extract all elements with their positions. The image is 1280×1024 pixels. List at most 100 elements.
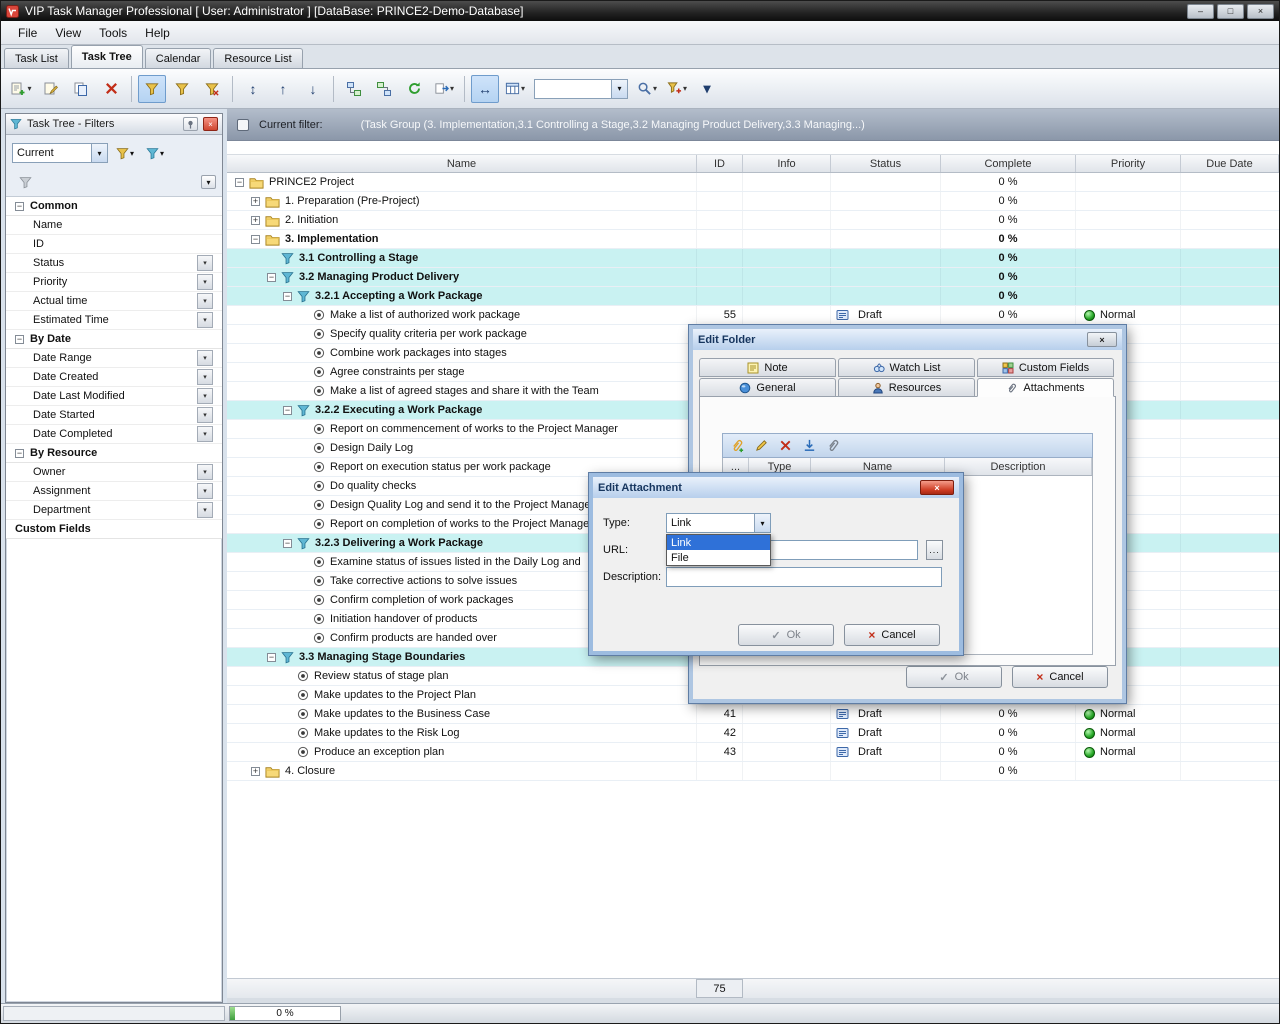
filter-field-dropdown-icon[interactable]: ▾ bbox=[197, 293, 213, 309]
column-header-status[interactable]: Status bbox=[831, 155, 941, 172]
description-input[interactable] bbox=[666, 567, 942, 587]
type-dropdown-icon[interactable]: ▾ bbox=[754, 514, 770, 532]
filter-group-by-date[interactable]: −By Date bbox=[6, 330, 222, 349]
tree-expander[interactable]: − bbox=[283, 406, 292, 415]
dialog-tab-custom-fields[interactable]: Custom Fields bbox=[977, 358, 1114, 377]
download-attachment-icon[interactable] bbox=[802, 438, 817, 453]
tab-calendar[interactable]: Calendar bbox=[145, 48, 212, 68]
menu-file[interactable]: File bbox=[9, 23, 46, 43]
column-header-id[interactable]: ID bbox=[697, 155, 743, 172]
pin-panel-button[interactable] bbox=[183, 117, 198, 131]
clear-filter-button[interactable] bbox=[198, 75, 226, 103]
tab-task-tree[interactable]: Task Tree bbox=[71, 45, 143, 68]
column-header-due-date[interactable]: Due Date bbox=[1181, 155, 1279, 172]
filter-group-by-resource[interactable]: −By Resource bbox=[6, 444, 222, 463]
reset-filter-button[interactable] bbox=[12, 171, 38, 193]
type-combobox[interactable]: Link ▾ bbox=[666, 513, 771, 533]
collapse-icon[interactable]: − bbox=[15, 335, 24, 344]
menu-view[interactable]: View bbox=[46, 23, 90, 43]
menu-help[interactable]: Help bbox=[136, 23, 179, 43]
attachment-column-description[interactable]: Description bbox=[945, 458, 1092, 475]
task-row[interactable]: −Make updates to the Risk Log42Draft0 %N… bbox=[227, 724, 1279, 743]
edit-attachment-icon[interactable] bbox=[754, 438, 769, 453]
customize-columns-button[interactable]: ▾ bbox=[501, 75, 529, 103]
filter-field-owner[interactable]: Owner▾ bbox=[6, 463, 222, 482]
tree-expander[interactable]: + bbox=[251, 197, 260, 206]
filter-field-date-range[interactable]: Date Range▾ bbox=[6, 349, 222, 368]
load-filter-button[interactable]: ▾ bbox=[142, 142, 168, 164]
filter-group-custom-fields[interactable]: Custom Fields bbox=[6, 520, 222, 539]
tree-expander[interactable]: − bbox=[283, 539, 292, 548]
filter-field-actual-time[interactable]: Actual time▾ bbox=[6, 292, 222, 311]
filter-preset-combobox[interactable]: Current ▾ bbox=[12, 143, 108, 163]
type-option-file[interactable]: File bbox=[667, 550, 770, 565]
toolbar-search-dropdown-icon[interactable]: ▾ bbox=[611, 80, 627, 98]
dialog-tab-note[interactable]: Note bbox=[699, 358, 836, 377]
task-row[interactable]: −Make updates to the Business Case41Draf… bbox=[227, 705, 1279, 724]
new-task-button[interactable]: ▾ bbox=[7, 75, 35, 103]
move-down-button[interactable]: ↓ bbox=[299, 75, 327, 103]
tree-expander[interactable]: − bbox=[267, 653, 276, 662]
export-button[interactable]: ▾ bbox=[430, 75, 458, 103]
filter-field-department[interactable]: Department▾ bbox=[6, 501, 222, 520]
tab-task-list[interactable]: Task List bbox=[4, 48, 69, 68]
filter-group-common[interactable]: −Common bbox=[6, 197, 222, 216]
filter-field-status[interactable]: Status▾ bbox=[6, 254, 222, 273]
collapse-icon[interactable]: − bbox=[15, 202, 24, 211]
filter-preset-dropdown-icon[interactable]: ▾ bbox=[91, 144, 107, 162]
edit-folder-ok-button[interactable]: ✓ Ok bbox=[906, 666, 1002, 688]
dialog-tab-general[interactable]: General bbox=[699, 378, 836, 397]
edit-attachment-ok-button[interactable]: ✓ Ok bbox=[738, 624, 834, 646]
filter-field-dropdown-icon[interactable]: ▾ bbox=[197, 274, 213, 290]
toggle-filter-panel-button[interactable] bbox=[138, 75, 166, 103]
collapse-icon[interactable]: − bbox=[15, 449, 24, 458]
apply-filter-button[interactable] bbox=[168, 75, 196, 103]
minimize-button[interactable]: – bbox=[1187, 4, 1214, 19]
toolbar-search-input[interactable] bbox=[535, 80, 611, 98]
dialog-tab-attachments[interactable]: Attachments bbox=[977, 378, 1114, 397]
panel-options-button[interactable]: ▾ bbox=[201, 175, 216, 189]
column-header-info[interactable]: Info bbox=[743, 155, 831, 172]
column-header-priority[interactable]: Priority bbox=[1076, 155, 1181, 172]
tree-expander[interactable]: − bbox=[251, 235, 260, 244]
dialog-tab-resources[interactable]: Resources bbox=[838, 378, 975, 397]
filter-field-dropdown-icon[interactable]: ▾ bbox=[197, 388, 213, 404]
tab-resource-list[interactable]: Resource List bbox=[213, 48, 302, 68]
filter-field-priority[interactable]: Priority▾ bbox=[6, 273, 222, 292]
task-row[interactable]: −3.2 Managing Product Delivery0 % bbox=[227, 268, 1279, 287]
expand-all-button[interactable] bbox=[340, 75, 368, 103]
close-panel-button[interactable]: × bbox=[203, 117, 218, 131]
tree-expander[interactable]: − bbox=[267, 273, 276, 282]
task-row[interactable]: −3. Implementation0 % bbox=[227, 230, 1279, 249]
task-row[interactable]: +2. Initiation0 % bbox=[227, 211, 1279, 230]
browse-button[interactable]: ... bbox=[926, 540, 943, 560]
edit-attachment-close-button[interactable]: × bbox=[920, 480, 954, 495]
filter-field-dropdown-icon[interactable]: ▾ bbox=[197, 426, 213, 442]
filter-field-dropdown-icon[interactable]: ▾ bbox=[197, 369, 213, 385]
toolbar-options-button[interactable]: ▾ bbox=[693, 75, 721, 103]
move-task-button[interactable]: ↕ bbox=[239, 75, 267, 103]
task-row[interactable]: +1. Preparation (Pre-Project)0 % bbox=[227, 192, 1279, 211]
refresh-button[interactable] bbox=[400, 75, 428, 103]
filter-field-date-last-modified[interactable]: Date Last Modified▾ bbox=[6, 387, 222, 406]
delete-task-button[interactable] bbox=[97, 75, 125, 103]
filter-field-dropdown-icon[interactable]: ▾ bbox=[197, 483, 213, 499]
filter-field-dropdown-icon[interactable]: ▾ bbox=[197, 502, 213, 518]
maximize-button[interactable]: □ bbox=[1217, 4, 1244, 19]
task-row[interactable]: −3.1 Controlling a Stage0 % bbox=[227, 249, 1279, 268]
edit-attachment-cancel-button[interactable]: × Cancel bbox=[844, 624, 940, 646]
dialog-tab-watch-list[interactable]: Watch List bbox=[838, 358, 975, 377]
add-attachment-icon[interactable] bbox=[730, 438, 745, 453]
filter-field-dropdown-icon[interactable]: ▾ bbox=[197, 255, 213, 271]
delete-attachment-icon[interactable] bbox=[778, 438, 793, 453]
task-row[interactable]: −3.2.1 Accepting a Work Package0 % bbox=[227, 287, 1279, 306]
tree-expander[interactable]: + bbox=[251, 767, 260, 776]
filter-field-assignment[interactable]: Assignment▾ bbox=[6, 482, 222, 501]
edit-folder-cancel-button[interactable]: × Cancel bbox=[1012, 666, 1108, 688]
column-header-name[interactable]: Name bbox=[227, 155, 697, 172]
task-row[interactable]: −Make a list of authorized work package5… bbox=[227, 306, 1279, 325]
filter-field-dropdown-icon[interactable]: ▾ bbox=[197, 407, 213, 423]
edit-task-button[interactable] bbox=[37, 75, 65, 103]
tree-expander[interactable]: + bbox=[251, 216, 260, 225]
save-filter-button[interactable]: ▾ bbox=[112, 142, 138, 164]
